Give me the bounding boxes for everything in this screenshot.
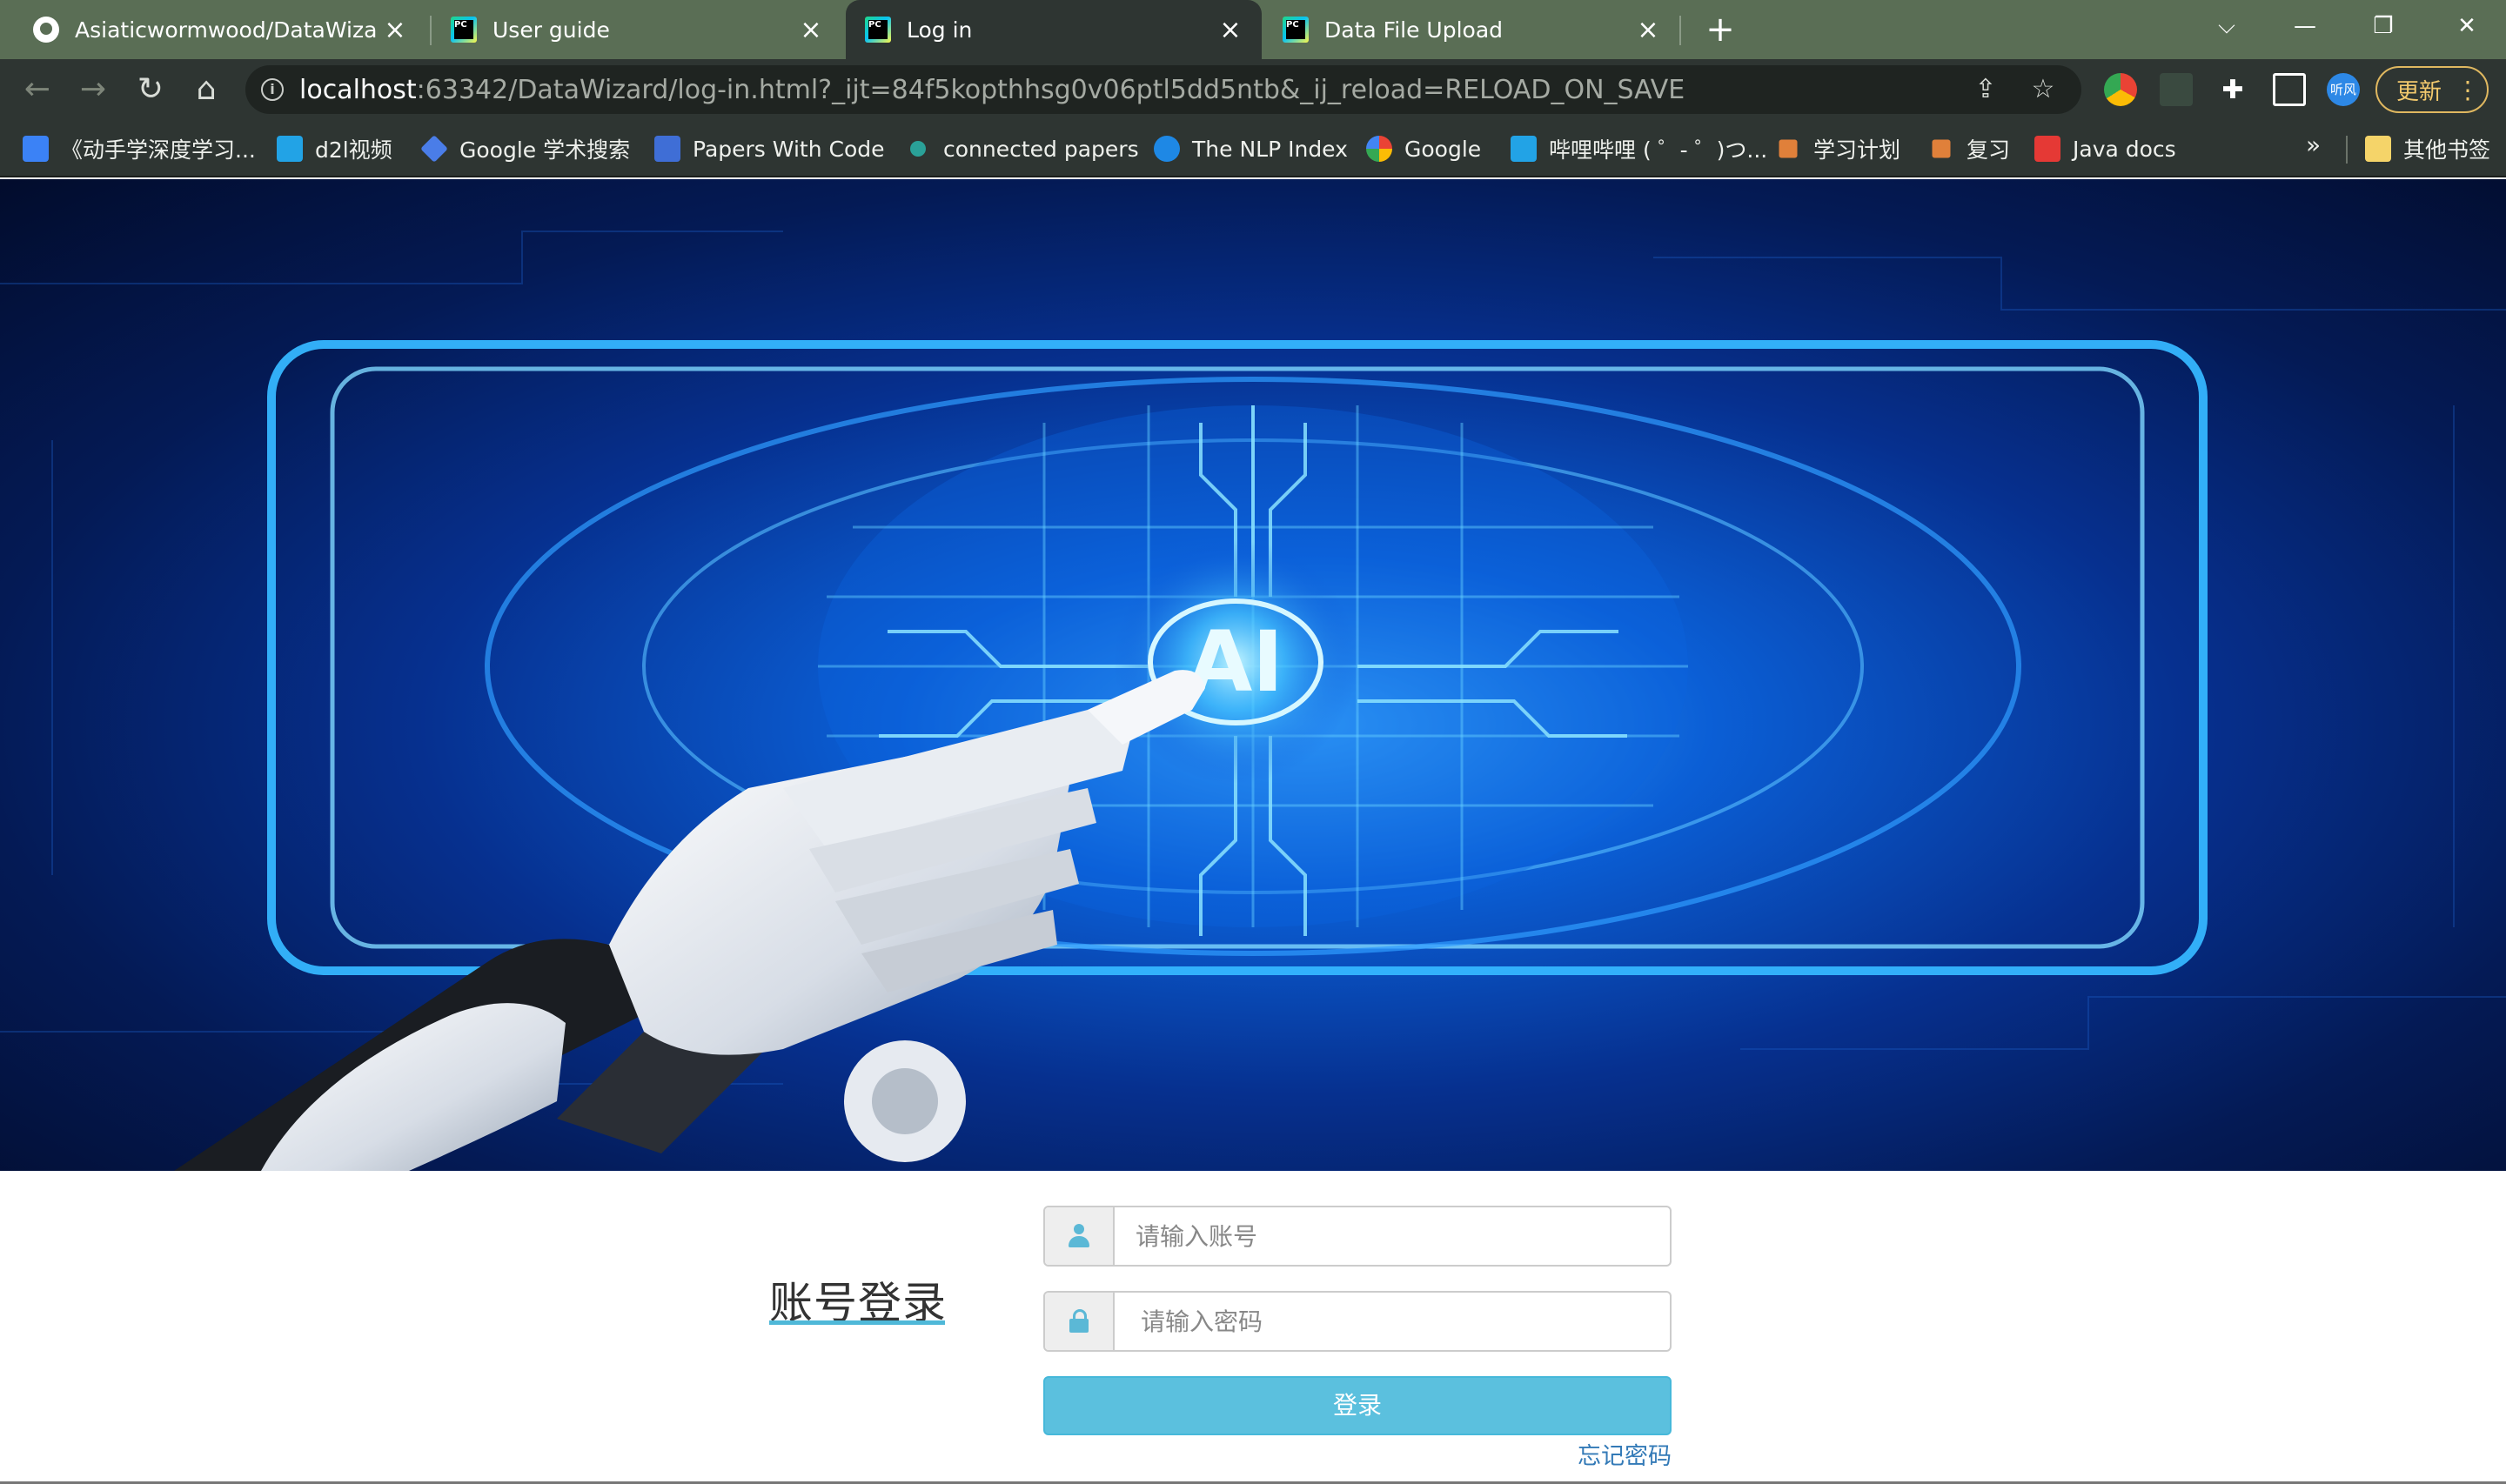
bookmark-label: Java docs xyxy=(2073,136,2176,162)
forward-button[interactable]: → xyxy=(71,68,115,111)
google-icon xyxy=(1366,136,1392,162)
tab-close-icon[interactable]: × xyxy=(378,15,412,45)
bookmark-label: d2l视频 xyxy=(315,137,392,163)
study-plan-icon xyxy=(1779,139,1798,158)
tab-data-file-upload[interactable]: Data File Upload × xyxy=(1263,0,1679,59)
bookmark-google[interactable]: Google xyxy=(1366,120,1481,177)
extension-graduate-icon[interactable] xyxy=(2160,73,2193,106)
username-field-group xyxy=(1043,1206,1672,1267)
pycharm-icon xyxy=(451,17,477,43)
scholar-icon xyxy=(420,135,448,163)
close-window-button[interactable]: ✕ xyxy=(2428,0,2506,52)
github-icon xyxy=(33,17,59,43)
paperswithcode-icon xyxy=(654,136,680,162)
d2l-book-icon xyxy=(23,136,49,162)
tab-close-icon[interactable]: × xyxy=(1213,15,1248,45)
bookmark-label: Google 学术搜索 xyxy=(459,137,631,163)
login-title-underline xyxy=(769,1320,945,1325)
bookmark-d2l-book[interactable]: 《动手学深度学习... xyxy=(23,120,256,177)
bookmark-google-scholar[interactable]: Google 学术搜索 xyxy=(420,120,631,177)
bookmark-label: 《动手学深度学习... xyxy=(61,137,256,163)
url-path: :63342/DataWizard/log-in.html?_ijt=84f5k… xyxy=(416,74,1685,105)
tab-title: User guide xyxy=(492,17,610,43)
username-addon xyxy=(1045,1207,1115,1265)
hero-banner-image: AI xyxy=(0,179,2506,1171)
bilibili-icon xyxy=(1511,136,1537,162)
bookmarks-divider xyxy=(2346,136,2348,164)
browser-tab-strip: Asiaticwormwood/DataWizard × User guide … xyxy=(0,0,2506,59)
robot-hand xyxy=(174,670,1205,1171)
review-icon xyxy=(1932,139,1951,158)
ai-circuit-illustration: AI xyxy=(0,231,2506,1171)
tab-title: Data File Upload xyxy=(1324,17,1504,43)
side-panel-icon[interactable] xyxy=(2273,73,2306,106)
tab-datawizard-repo[interactable]: Asiaticwormwood/DataWizard × xyxy=(0,0,426,59)
folder-icon xyxy=(2365,136,2391,162)
address-bar[interactable]: i localhost:63342/DataWizard/log-in.html… xyxy=(245,65,2081,114)
lock-icon xyxy=(1069,1309,1089,1334)
minimize-button[interactable]: — xyxy=(2266,0,2344,52)
bookmark-label: The NLP Index xyxy=(1192,136,1348,162)
bookmark-label: 其他书签 xyxy=(2403,137,2491,163)
tab-close-icon[interactable]: × xyxy=(794,15,828,45)
user-icon xyxy=(1068,1224,1090,1248)
password-field-group xyxy=(1043,1291,1672,1352)
site-info-icon[interactable]: i xyxy=(261,78,284,101)
tab-divider xyxy=(430,16,432,45)
tab-user-guide[interactable]: User guide × xyxy=(433,0,842,59)
bookmark-label: Google xyxy=(1404,136,1482,162)
restore-button[interactable]: ❐ xyxy=(2344,0,2422,52)
ai-logo-text: AI xyxy=(1188,613,1283,711)
extensions-puzzle-icon[interactable]: ✚ xyxy=(2215,73,2250,108)
new-tab-button[interactable]: + xyxy=(1699,9,1742,52)
login-button[interactable]: 登录 xyxy=(1043,1376,1672,1435)
pycharm-icon xyxy=(865,17,891,43)
bookmark-label: connected papers xyxy=(943,136,1139,162)
username-input[interactable] xyxy=(1115,1207,1670,1265)
bookmark-star-icon[interactable]: ☆ xyxy=(2026,72,2060,107)
bookmark-label: Papers With Code xyxy=(693,136,885,162)
update-button[interactable]: 更新 ⋮ xyxy=(2375,66,2489,113)
bookmark-java-docs[interactable]: Java docs xyxy=(2034,120,2176,177)
tab-title: Asiaticwormwood/DataWizard xyxy=(75,17,378,43)
update-label: 更新 xyxy=(2396,78,2442,105)
tab-search-icon[interactable]: ⌵ xyxy=(2188,0,2266,52)
share-icon[interactable]: ⇪ xyxy=(1968,72,2003,107)
oracle-icon xyxy=(2034,136,2060,162)
bookmark-label: 学习计划 xyxy=(1813,137,1901,163)
pycharm-icon xyxy=(1283,17,1309,43)
bookmark-label: 复习 xyxy=(1967,137,2011,163)
bookmark-review[interactable]: 复习 xyxy=(1928,120,2010,177)
bookmarks-bar: 《动手学深度学习... d2l视频 Google 学术搜索 Papers Wit… xyxy=(0,120,2506,177)
tab-divider xyxy=(1679,16,1681,45)
bookmark-papers-with-code[interactable]: Papers With Code xyxy=(654,120,884,177)
bookmark-nlp-index[interactable]: The NLP Index xyxy=(1154,120,1348,177)
bookmark-label: 哔哩哔哩 ( ゜- ゜)つ... xyxy=(1549,137,1768,163)
bookmark-connected-papers[interactable]: connected papers xyxy=(905,120,1139,177)
password-addon xyxy=(1045,1293,1115,1350)
bookmark-study-plan[interactable]: 学习计划 xyxy=(1775,120,1900,177)
tab-log-in[interactable]: Log in × xyxy=(846,0,1262,59)
back-button[interactable]: ← xyxy=(16,68,59,111)
bookmarks-overflow-button[interactable]: » xyxy=(2306,130,2321,159)
menu-dots-icon[interactable]: ⋮ xyxy=(2456,76,2480,104)
url-host: localhost xyxy=(299,74,417,105)
tab-close-icon[interactable]: × xyxy=(1631,15,1665,45)
nlp-index-icon xyxy=(1154,136,1180,162)
bookmark-bilibili[interactable]: 哔哩哔哩 ( ゜- ゜)つ... xyxy=(1511,120,1767,177)
tingfeng-extension-icon[interactable]: 听风 xyxy=(2327,73,2360,106)
other-bookmarks-folder[interactable]: 其他书签 xyxy=(2365,120,2490,177)
connected-papers-icon xyxy=(910,141,926,157)
browser-toolbar: ← → ↻ ⌂ i localhost:63342/DataWizard/log… xyxy=(0,59,2506,120)
extension-color-icon[interactable] xyxy=(2104,73,2137,106)
bookmark-d2l-video[interactable]: d2l视频 xyxy=(277,120,392,177)
bilibili-icon xyxy=(277,136,303,162)
tab-title: Log in xyxy=(907,17,973,43)
password-input[interactable] xyxy=(1115,1293,1670,1350)
home-button[interactable]: ⌂ xyxy=(184,68,228,111)
reload-button[interactable]: ↻ xyxy=(129,68,172,111)
forgot-password-link[interactable]: 忘记密码 xyxy=(1566,1437,1672,1471)
